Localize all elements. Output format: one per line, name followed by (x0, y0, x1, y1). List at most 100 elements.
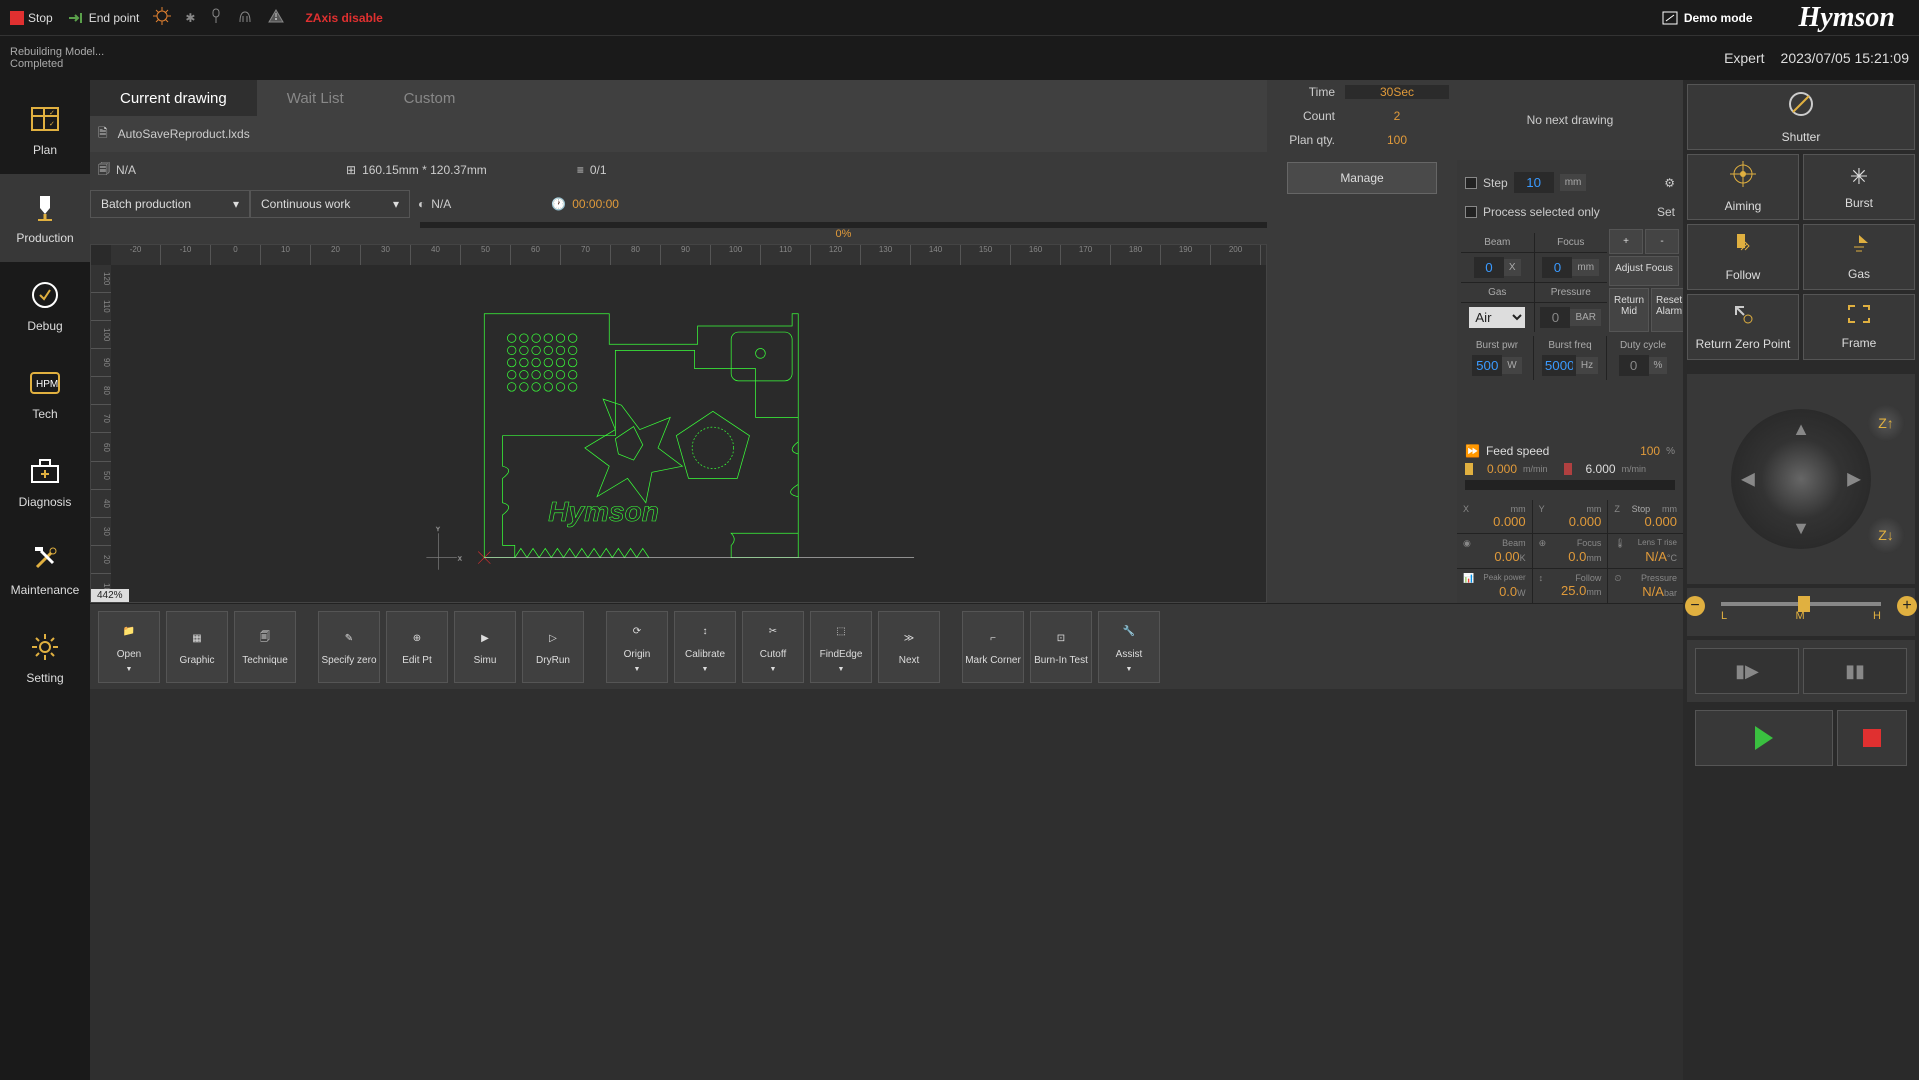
jog-left[interactable]: ◀ (1741, 469, 1755, 490)
jog-wheel[interactable]: ▲ ▼ ◀ ▶ (1731, 409, 1871, 549)
gas-button[interactable]: Gas (1803, 224, 1915, 290)
user-level: Expert (1724, 50, 1764, 66)
burst-button[interactable]: ✳Burst (1803, 154, 1915, 220)
star-icon[interactable]: ✱ (185, 11, 195, 25)
gas-select[interactable]: Air (1469, 307, 1525, 328)
findedge-button[interactable]: ⬚FindEdge▼ (810, 611, 872, 683)
z-down-button[interactable]: Z↓ (1867, 516, 1905, 554)
open-button[interactable]: 📁Open▼ (98, 611, 160, 683)
zoom-level: 442% (91, 589, 129, 602)
shutter-button[interactable]: Shutter (1687, 84, 1915, 150)
reset-alarm-button[interactable]: Reset Alarm (1651, 288, 1687, 332)
specify-zero-button[interactable]: ✎Specify zero (318, 611, 380, 683)
dims-icon: ⊞ (346, 163, 356, 177)
plus-button[interactable]: + (1609, 229, 1643, 254)
sidebar-item-diagnosis[interactable]: Diagnosis (0, 438, 90, 526)
sidebar-item-plan[interactable]: ✓✓ Plan (0, 86, 90, 174)
feed-slider[interactable] (1465, 480, 1675, 490)
pressure-input[interactable] (1540, 307, 1570, 328)
ruler-horizontal: -20-100102030405060708090100110120130140… (111, 245, 1266, 265)
focus-val: 0.0mm (1568, 549, 1601, 564)
mark-corner-button[interactable]: ⌐Mark Corner (962, 611, 1024, 683)
origin-button[interactable]: ⟳Origin▼ (606, 611, 668, 683)
burnin-button[interactable]: ⊡Burn-In Test (1030, 611, 1092, 683)
speed-plus[interactable]: + (1897, 596, 1917, 616)
focus-input[interactable] (1542, 257, 1572, 278)
batch-dropdown[interactable]: Batch production▾ (90, 190, 250, 218)
sidebar-item-maintenance[interactable]: Maintenance (0, 526, 90, 614)
origin-icon: ⟳ (633, 621, 641, 643)
svg-text:✓: ✓ (49, 110, 55, 117)
end-point-label: End point (89, 11, 140, 25)
step-checkbox[interactable] (1465, 177, 1477, 189)
aiming-icon (1730, 161, 1756, 193)
sidebar-item-debug[interactable]: Debug (0, 262, 90, 350)
manage-button[interactable]: Manage (1287, 162, 1437, 194)
feed-icon: ⏩ (1465, 444, 1480, 458)
process-selected-checkbox[interactable] (1465, 206, 1477, 218)
sidebar-item-setting[interactable]: Setting (0, 614, 90, 702)
bulb-icon[interactable] (209, 7, 223, 28)
return-zero-button[interactable]: Return Zero Point (1687, 294, 1799, 360)
stop-icon (10, 11, 24, 25)
dryrun-button[interactable]: ▷DryRun (522, 611, 584, 683)
next-icon: ≫ (904, 627, 914, 649)
edit-pt-button[interactable]: ⊕Edit Pt (386, 611, 448, 683)
sidebar: ✓✓ Plan Production Debug HPM Tech Diagno… (0, 80, 90, 1080)
speed-minus[interactable]: − (1685, 596, 1705, 616)
burst-pwr-input[interactable] (1472, 355, 1502, 376)
warn-icon[interactable] (267, 8, 285, 27)
svg-text:X: X (458, 557, 462, 563)
end-point-icon (67, 11, 85, 25)
na2: N/A (431, 197, 451, 211)
calibrate-button[interactable]: ↕Calibrate▼ (674, 611, 736, 683)
duty-input[interactable] (1619, 355, 1649, 376)
canvas-area[interactable]: -20-100102030405060708090100110120130140… (90, 244, 1267, 603)
jog-right[interactable]: ▶ (1847, 469, 1861, 490)
simu-button[interactable]: ▶Simu (454, 611, 516, 683)
technique-button[interactable]: 🗐Technique (234, 611, 296, 683)
progress-percent: 0% (420, 228, 1267, 240)
jog-down[interactable]: ▼ (1792, 518, 1810, 539)
bottom-toolbar: 📁Open▼ ▦Graphic 🗐Technique ✎Specify zero… (90, 603, 1683, 689)
db-icon[interactable] (237, 8, 253, 27)
setting-icon (29, 631, 61, 663)
jog-up[interactable]: ▲ (1792, 419, 1810, 440)
beam-input[interactable] (1474, 257, 1504, 278)
frame-button[interactable]: Frame (1803, 294, 1915, 360)
assist-button[interactable]: 🔧Assist▼ (1098, 611, 1160, 683)
continuous-dropdown[interactable]: Continuous work▾ (250, 190, 410, 218)
next-button[interactable]: ≫Next (878, 611, 940, 683)
z-up-button[interactable]: Z↑ (1867, 404, 1905, 442)
step-input[interactable] (1514, 172, 1554, 193)
tab-current-drawing[interactable]: Current drawing (90, 80, 257, 116)
sidebar-item-tech[interactable]: HPM Tech (0, 350, 90, 438)
pause-button[interactable]: ▮▮ (1803, 648, 1907, 694)
speed-slider[interactable] (1721, 602, 1881, 606)
end-point-button[interactable]: End point (67, 11, 140, 25)
step-play-button[interactable]: ▮▶ (1695, 648, 1799, 694)
run-button[interactable] (1695, 710, 1833, 766)
minus-button[interactable]: - (1645, 229, 1679, 254)
graphic-button[interactable]: ▦Graphic (166, 611, 228, 683)
tech-icon: HPM (29, 367, 61, 399)
pressure-val: N/Abar (1642, 584, 1677, 599)
step-settings-icon[interactable]: ⚙ (1664, 176, 1675, 190)
tab-custom[interactable]: Custom (374, 80, 486, 116)
follow-button[interactable]: Follow (1687, 224, 1799, 290)
demo-icon (1662, 11, 1678, 25)
return-mid-button[interactable]: Return Mid (1609, 288, 1649, 332)
sidebar-item-production[interactable]: Production (0, 174, 90, 262)
adjust-focus-button[interactable]: Adjust Focus (1609, 256, 1679, 286)
folder-icon: 📁 (123, 621, 135, 643)
right-panel: Shutter Aiming ✳Burst Follow Gas Return … (1683, 80, 1919, 1080)
stop-button[interactable]: Stop (10, 11, 53, 25)
jog-panel: ▲ ▼ ◀ ▶ Z↑ Z↓ (1687, 374, 1915, 584)
burst-icon-r: ✳ (1850, 164, 1868, 190)
stop-run-button[interactable] (1837, 710, 1907, 766)
tab-wait-list[interactable]: Wait List (257, 80, 374, 116)
aiming-button[interactable]: Aiming (1687, 154, 1799, 220)
burst-icon[interactable] (153, 7, 171, 28)
burst-freq-input[interactable] (1542, 355, 1576, 376)
cutoff-button[interactable]: ✂Cutoff▼ (742, 611, 804, 683)
